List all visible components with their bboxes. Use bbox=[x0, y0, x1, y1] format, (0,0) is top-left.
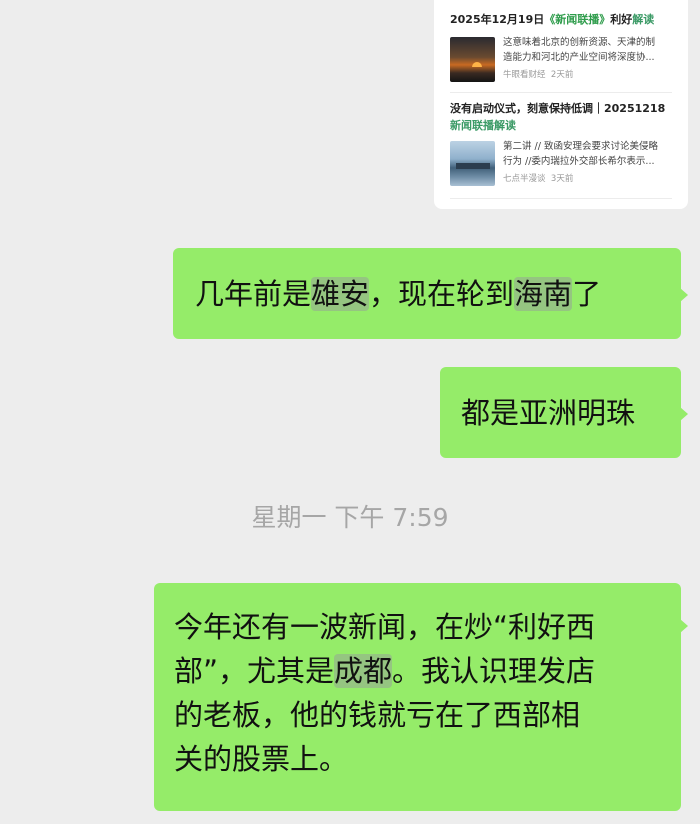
message-text: 几年前是 bbox=[195, 277, 312, 311]
news-item[interactable]: 2025年12月19日《新闻联播》利好解读 bbox=[450, 11, 668, 28]
news-snippet-line: 这意味着北京的创新资源、天津的制 bbox=[503, 37, 656, 48]
sunset-thumbnail bbox=[450, 37, 495, 82]
news-item[interactable]: 没有启动仪式，刻意保持低调｜20251218 新闻联播解读 bbox=[450, 100, 668, 134]
redacted-text: 海南 bbox=[514, 277, 573, 311]
news-body[interactable]: 第二讲 // 致函安理会要求讨论美侵略 行为 //委内瑞拉外交部长希尔表示...… bbox=[450, 141, 668, 191]
news-list-card[interactable]: 2025年12月19日《新闻联播》利好解读 这意味着北京的创新资源、天津的制 造… bbox=[434, 0, 688, 209]
news-title-line2: 新闻联播解读 bbox=[450, 119, 516, 132]
message-text: 了 bbox=[572, 277, 602, 311]
news-title: 没有启动仪式，刻意保持低调｜20251218 bbox=[450, 102, 666, 115]
news-snippet-line: 行为 //委内瑞拉外交部长希尔表示... bbox=[503, 156, 655, 167]
chat-timestamp: 星期一 下午 7:59 bbox=[251, 503, 449, 532]
news-snippet-line: 第二讲 // 致函安理会要求讨论美侵略 bbox=[503, 141, 658, 152]
news-title: 2025年12月19日《新闻联播》利好解读 bbox=[450, 13, 655, 26]
news-body[interactable]: 这意味着北京的创新资源、天津的制 造能力和河北的产业空间将深度协... 牛眼看财… bbox=[450, 37, 668, 87]
message-line: 部”，尤其是成都。我认识理发店 bbox=[174, 654, 596, 688]
message-bubble[interactable]: 今年还有一波新闻，在炒“利好西 部”，尤其是成都。我认识理发店 的老板，他的钱就… bbox=[154, 583, 688, 811]
news-snippet-line: 造能力和河北的产业空间将深度协... bbox=[503, 52, 655, 63]
ship-thumbnail bbox=[450, 141, 495, 186]
message-bubble[interactable]: 都是亚洲明珠 bbox=[440, 367, 688, 458]
message-line: 的老板，他的钱就亏在了西部相 bbox=[174, 698, 581, 732]
message-bubble[interactable]: 几年前是雄安，现在轮到海南了 bbox=[173, 248, 688, 339]
news-meta: 牛眼看财经 2天前 bbox=[503, 70, 574, 80]
redacted-text: 成都 bbox=[334, 654, 393, 688]
news-meta: 七点半漫谈 3天前 bbox=[503, 174, 574, 184]
divider bbox=[450, 198, 672, 199]
divider bbox=[450, 92, 672, 93]
message-text: ，现在轮到 bbox=[369, 277, 515, 311]
message-text: 都是亚洲明珠 bbox=[461, 396, 636, 430]
redacted-text: 雄安 bbox=[311, 277, 370, 311]
message-line: 今年还有一波新闻，在炒“利好西 bbox=[174, 610, 596, 644]
message-line: 关的股票上。 bbox=[174, 742, 349, 776]
